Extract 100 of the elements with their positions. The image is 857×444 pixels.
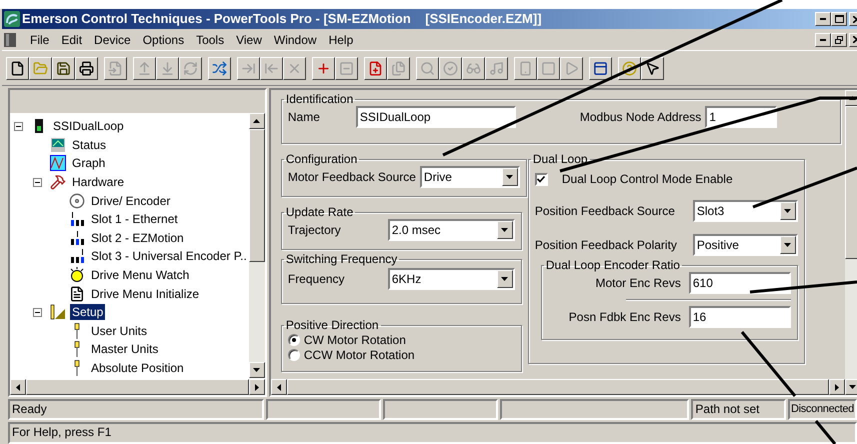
light-bulb-icon: [69, 267, 85, 284]
tree-item[interactable]: Drive Menu Watch: [89, 267, 192, 284]
collapse-toggle[interactable]: [33, 178, 42, 187]
minus-box-icon: [339, 60, 354, 76]
menu-item[interactable]: File: [24, 30, 56, 48]
maximize-icon: [834, 15, 844, 23]
dropdown[interactable]: Drive: [420, 166, 520, 188]
scroll-right-button[interactable]: [828, 379, 845, 395]
text-field[interactable]: 16: [688, 306, 791, 328]
menu-item[interactable]: Help: [322, 30, 360, 48]
dropdown-button[interactable]: [496, 270, 513, 288]
disc-icon: [69, 192, 85, 209]
setup-icon: [50, 304, 66, 320]
radio-option[interactable]: CW Motor Rotation: [288, 332, 515, 347]
dropdown-button[interactable]: [780, 202, 796, 220]
maximize-button[interactable]: [831, 12, 847, 26]
restore-button[interactable]: [831, 32, 847, 46]
printer-icon: [79, 60, 94, 76]
dropdown[interactable]: 2.0 msec: [388, 219, 515, 241]
glasses-icon: [466, 60, 481, 76]
toolbar-button[interactable]: [312, 56, 335, 80]
tree-item[interactable]: Status: [70, 136, 108, 153]
window-layout-icon: [593, 60, 608, 76]
vertical-scrollbar[interactable]: [844, 90, 857, 395]
tree-item[interactable]: Graph: [70, 155, 108, 172]
minimize-button[interactable]: [815, 32, 831, 46]
toolbar-button[interactable]: [364, 56, 387, 80]
tree-item[interactable]: Master Units: [89, 341, 160, 358]
arrow-left-icon: [264, 60, 279, 76]
import-icon: [108, 60, 123, 76]
tree-item[interactable]: Setup: [70, 304, 106, 320]
radio-button[interactable]: [288, 348, 300, 360]
scroll-right-button[interactable]: [248, 379, 265, 395]
text-field[interactable]: SSIDualLoop: [356, 106, 516, 128]
down-arrow-icon: [253, 368, 260, 372]
tree-item[interactable]: Slot 3 - Universal Encoder P..: [89, 248, 249, 264]
dropdown[interactable]: Positive: [692, 234, 798, 256]
status-pane: Path not set: [691, 399, 786, 420]
toolbar-button[interactable]: [589, 56, 612, 80]
checkbox[interactable]: [534, 172, 548, 186]
scroll-down-button[interactable]: [844, 379, 857, 395]
right-arrow-icon: [834, 384, 839, 390]
toolbar-button[interactable]: [6, 56, 29, 80]
menu-item[interactable]: Device: [88, 30, 137, 48]
text-field[interactable]: 610: [688, 272, 791, 294]
plus-icon: [316, 60, 331, 76]
tree-item[interactable]: Hardware: [70, 174, 126, 190]
collapse-toggle[interactable]: [14, 122, 23, 131]
toolbar-button[interactable]: [208, 56, 231, 80]
tree-item[interactable]: Slot 1 - Ethernet: [89, 211, 180, 228]
menu-item[interactable]: Options: [136, 30, 190, 48]
menu-item[interactable]: View: [230, 30, 268, 48]
help-status-text: For Help, press F1: [8, 422, 857, 444]
group-title: Switching Frequency: [284, 252, 398, 266]
field-label: Motor Feedback Source: [288, 169, 416, 186]
menu-item[interactable]: Tools: [190, 30, 230, 48]
scroll-left-button[interactable]: [10, 379, 26, 395]
scroll-thumb[interactable]: [844, 106, 857, 258]
dropdown-button[interactable]: [780, 236, 796, 254]
dropdown[interactable]: 6KHz: [388, 268, 515, 290]
field-label: Motor Enc Revs: [596, 275, 681, 292]
caret-down-icon: [784, 209, 792, 213]
pointer-help-icon: [645, 60, 660, 76]
radio-button[interactable]: [288, 334, 300, 346]
tree-item[interactable]: Absolute Position: [89, 360, 186, 376]
radio-option[interactable]: CCW Motor Rotation: [288, 347, 515, 362]
status-pane: Ready: [8, 399, 264, 420]
tree-item[interactable]: User Units: [89, 322, 150, 339]
toolbar-button[interactable]: [75, 56, 98, 80]
tree-item[interactable]: Drive/ Encoder: [89, 192, 172, 209]
scroll-up-button[interactable]: [248, 113, 265, 129]
restore-icon: [835, 36, 843, 44]
field-label: Trajectory: [288, 222, 341, 239]
caret-down-icon: [501, 277, 508, 281]
menu-item[interactable]: Edit: [55, 30, 88, 48]
dropdown-button[interactable]: [496, 221, 513, 239]
dropdown-button[interactable]: [502, 168, 518, 186]
minimize-button[interactable]: [815, 12, 831, 26]
group-title: Dual Loop: [532, 152, 589, 166]
scroll-thumb[interactable]: [248, 129, 265, 262]
caret-down-icon: [506, 175, 514, 179]
field-label: Position Feedback Source: [534, 203, 675, 220]
minus-icon: [16, 124, 21, 129]
dropdown[interactable]: Slot3: [692, 200, 798, 222]
stop-icon: [541, 60, 556, 76]
status-monitor-icon: [50, 136, 66, 153]
group-title: Positive Direction: [284, 318, 380, 332]
vertical-scrollbar[interactable]: [248, 113, 265, 378]
document-icon: [69, 286, 85, 302]
menu-item[interactable]: Window: [268, 30, 323, 48]
tree-item[interactable]: Slot 2 - EZMotion: [89, 230, 186, 246]
tree-item[interactable]: SSIDualLoop: [51, 118, 126, 134]
tree-item[interactable]: Drive Menu Initialize: [89, 286, 202, 302]
toolbar-button[interactable]: [29, 56, 52, 80]
field-label: Frequency: [288, 271, 345, 288]
collapse-toggle[interactable]: [33, 308, 42, 317]
connect-icon: [212, 60, 227, 76]
scroll-left-button[interactable]: [270, 379, 287, 395]
scroll-down-button[interactable]: [248, 362, 265, 378]
toolbar-button[interactable]: [52, 56, 75, 80]
